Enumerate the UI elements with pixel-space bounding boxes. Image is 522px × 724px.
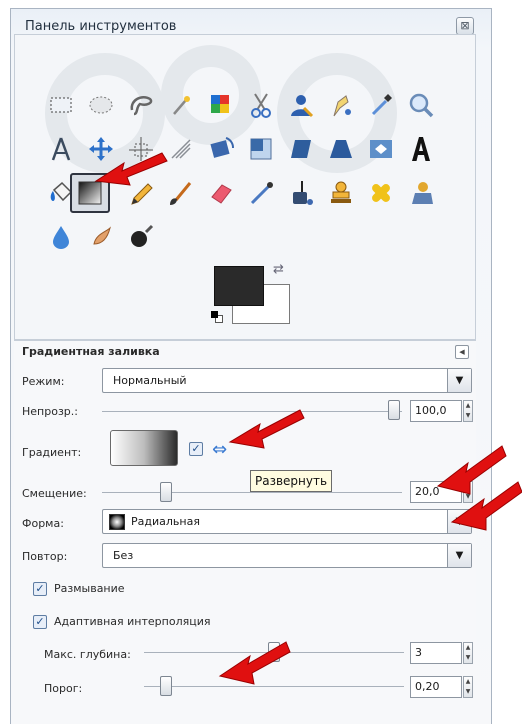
ink-icon[interactable] [282,174,320,212]
offset-slider-thumb[interactable] [160,482,172,502]
heal-icon[interactable] [362,174,400,212]
dodge-burn-icon[interactable] [122,218,160,256]
eraser-icon[interactable] [202,174,240,212]
shape-label: Форма: [22,517,64,530]
foreground-select-icon[interactable] [282,86,320,124]
opacity-label: Непрозр.: [22,405,78,418]
mode-combo[interactable]: Нормальный ▼ [102,368,472,393]
repeat-value: Без [113,549,134,562]
panel-title: Градиентная заливка [22,345,160,358]
free-select-icon[interactable] [122,86,160,124]
opacity-spin-buttons[interactable]: ▲ ▼ [463,400,473,422]
shape-combo[interactable]: Радиальная ▼ [102,509,472,534]
close-button[interactable]: ⊠ [456,17,474,35]
smudge-icon[interactable] [82,218,120,256]
threshold-spin-buttons[interactable]: ▲ ▼ [463,676,473,698]
color-picker-icon[interactable] [362,86,400,124]
text-icon[interactable] [402,130,440,168]
measure-icon[interactable] [42,130,80,168]
swap-colors-icon[interactable]: ⇄ [273,262,284,277]
paths-icon[interactable] [322,86,360,124]
shape-value: Радиальная [131,515,200,528]
gradient-reverse-checkbox[interactable]: ✓ [189,442,203,456]
foreground-color-swatch[interactable] [214,266,264,306]
mode-label: Режим: [22,375,65,388]
blur-sharpen-icon[interactable] [42,218,80,256]
clone-icon[interactable] [322,174,360,212]
panel-menu-icon[interactable]: ◀ [455,345,469,359]
default-colors-fg-icon [211,311,218,318]
window-title: Панель инструментов [25,19,177,34]
radial-shape-icon [109,514,125,530]
offset-label: Смещение: [22,487,87,500]
perspective-icon[interactable] [322,130,360,168]
repeat-combo[interactable]: Без ▼ [102,543,472,568]
shear-icon[interactable] [282,130,320,168]
gradient-preview-button[interactable] [110,430,178,466]
max-depth-spin-buttons[interactable]: ▲ ▼ [463,642,473,664]
annotation-arrow-reverse [226,406,306,459]
threshold-spin[interactable]: 0,20 [410,676,462,698]
annotation-arrow-shape [444,478,522,539]
adaptive-checkbox[interactable]: ✓ [33,615,47,629]
zoom-icon[interactable] [402,86,440,124]
rotate-icon[interactable] [202,130,240,168]
chevron-down-icon: ▼ [447,369,471,392]
adaptive-label: Адаптивная интерполяция [54,615,211,628]
max-depth-label: Макс. глубина: [44,648,131,661]
repeat-label: Повтор: [22,550,68,563]
opacity-slider-thumb[interactable] [388,400,400,420]
dither-checkbox[interactable]: ✓ [33,582,47,596]
dither-label: Размывание [54,582,125,595]
tooltip: Развернуть [250,470,333,492]
perspective-clone-icon[interactable] [402,174,440,212]
chevron-down-icon: ▼ [447,544,471,567]
gradient-label: Градиент: [22,446,82,459]
fuzzy-select-icon[interactable] [162,86,200,124]
annotation-arrow-threshold [214,638,294,693]
ellipse-select-icon[interactable] [82,86,120,124]
mode-value: Нормальный [113,374,187,387]
threshold-slider-thumb[interactable] [160,676,172,696]
threshold-label: Порог: [44,682,83,695]
offset-slider-track[interactable] [102,492,402,493]
reverse-arrows-icon[interactable]: ⇔ [212,439,227,460]
rect-select-icon[interactable] [42,86,80,124]
airbrush-icon[interactable] [242,174,280,212]
scale-icon[interactable] [242,130,280,168]
annotation-arrow-blend [92,147,172,198]
scissors-select-icon[interactable] [242,86,280,124]
opacity-spin[interactable]: 100,0 [410,400,462,422]
color-select-icon[interactable] [202,86,240,124]
max-depth-spin[interactable]: 3 [410,642,462,664]
flip-icon[interactable] [362,130,400,168]
